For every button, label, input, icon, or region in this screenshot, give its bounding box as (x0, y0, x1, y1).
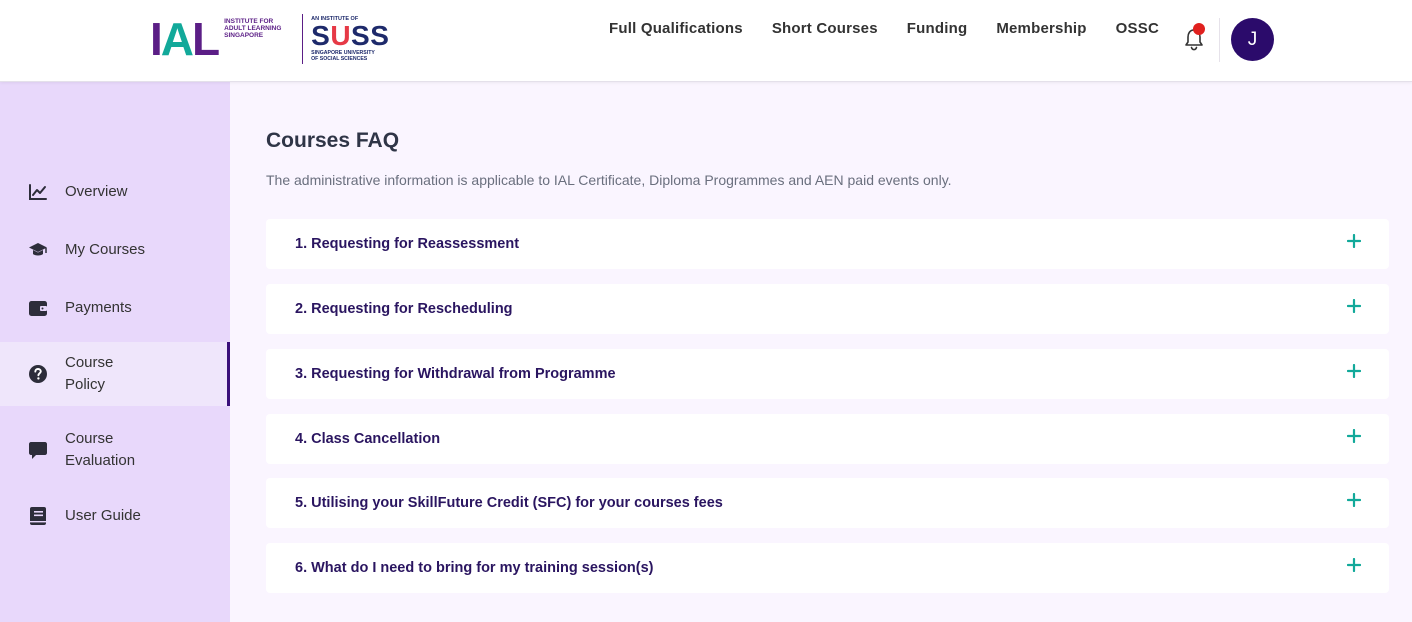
ial-logo: IAL INSTITUTE FOR ADULT LEARNING SINGAPO… (150, 16, 294, 62)
nav-funding[interactable]: Funding (907, 20, 968, 37)
ial-logo-l: L (192, 13, 220, 65)
chart-line-icon (29, 184, 47, 200)
question-circle-icon (29, 365, 47, 383)
ial-subtitle-line: SINGAPORE (224, 32, 264, 39)
notification-dot (1193, 23, 1205, 35)
faq-item-class-cancellation[interactable]: 4. Class Cancellation (266, 414, 1389, 464)
avatar[interactable]: J (1231, 18, 1274, 61)
sidebar-item-user-guide[interactable]: User Guide (0, 501, 230, 531)
sidebar-item-my-courses[interactable]: My Courses (0, 235, 230, 265)
main-nav: Full Qualifications Short Courses Fundin… (609, 20, 1159, 37)
faq-item-skillsfuture-credit[interactable]: 5. Utilising your SkillFuture Credit (SF… (266, 478, 1389, 528)
plus-icon[interactable] (1347, 493, 1361, 507)
suss-letter: S (351, 20, 371, 51)
wallet-icon (29, 301, 47, 316)
plus-icon[interactable] (1347, 234, 1361, 248)
sidebar-item-label: Overview (65, 183, 128, 200)
sidebar-item-label: User Guide (65, 507, 141, 524)
ial-subtitle-line: INSTITUTE FOR (224, 18, 274, 25)
sidebar-item-label: Course Policy (65, 352, 113, 396)
logo[interactable]: IAL INSTITUTE FOR ADULT LEARNING SINGAPO… (150, 13, 389, 65)
sidebar-label-line: Evaluation (65, 452, 136, 469)
nav-ossc[interactable]: OSSC (1116, 20, 1159, 37)
faq-item-withdrawal[interactable]: 3. Requesting for Withdrawal from Progra… (266, 349, 1389, 399)
sidebar-item-label: Course Evaluation (65, 428, 135, 472)
book-icon (30, 507, 46, 525)
faq-question: 5. Utilising your SkillFuture Credit (SF… (295, 495, 723, 511)
logo-divider (302, 14, 304, 64)
page-title: Courses FAQ (266, 129, 400, 152)
faq-question: 2. Requesting for Rescheduling (295, 301, 513, 317)
comment-icon (29, 442, 47, 459)
ial-logo-a: A (160, 13, 194, 65)
faq-question: 4. Class Cancellation (295, 431, 441, 447)
suss-letter: S (311, 20, 331, 51)
ial-subtitle-line: ADULT LEARNING (224, 25, 282, 32)
plus-icon[interactable] (1347, 299, 1361, 313)
nav-short-courses[interactable]: Short Courses (772, 20, 878, 37)
faq-question: 1. Requesting for Reassessment (295, 236, 520, 252)
nav-membership[interactable]: Membership (996, 20, 1086, 37)
sidebar: Overview My Courses Payments Course Poli… (0, 82, 230, 622)
sidebar-item-course-policy[interactable]: Course Policy (0, 342, 230, 406)
suss-letter: S (370, 20, 390, 51)
suss-letter: U (330, 20, 352, 51)
faq-item-what-to-bring[interactable]: 6. What do I need to bring for my traini… (266, 543, 1389, 593)
page-description: The administrative information is applic… (266, 172, 952, 188)
plus-icon[interactable] (1347, 364, 1361, 378)
sidebar-label-line: Policy (65, 376, 106, 393)
sidebar-label-line: Course (65, 354, 114, 371)
suss-subtitle-line: OF SOCIAL SCIENCES (311, 56, 368, 62)
ial-logo-i: I (150, 13, 163, 65)
suss-subtitle: SINGAPORE UNIVERSITY OF SOCIAL SCIENCES (311, 50, 389, 62)
sidebar-item-payments[interactable]: Payments (0, 293, 230, 323)
sidebar-item-label: My Courses (65, 241, 146, 258)
main-content: Courses FAQ The administrative informati… (230, 82, 1412, 622)
suss-logo: AN INSTITUTE OF SUSS SINGAPORE UNIVERSIT… (311, 16, 389, 62)
nav-full-qualifications[interactable]: Full Qualifications (609, 20, 743, 37)
plus-icon[interactable] (1347, 558, 1361, 572)
sidebar-label-line: Course (65, 430, 114, 447)
sidebar-item-course-evaluation[interactable]: Course Evaluation (0, 418, 230, 482)
top-bar: IAL INSTITUTE FOR ADULT LEARNING SINGAPO… (0, 0, 1412, 82)
faq-question: 6. What do I need to bring for my traini… (295, 560, 654, 576)
faq-question: 3. Requesting for Withdrawal from Progra… (295, 366, 616, 382)
suss-wordmark: SUSS (311, 22, 389, 50)
sidebar-item-overview[interactable]: Overview (0, 177, 230, 207)
graduation-cap-icon (29, 243, 47, 256)
faq-item-reassessment[interactable]: 1. Requesting for Reassessment (266, 219, 1389, 269)
faq-item-rescheduling[interactable]: 2. Requesting for Rescheduling (266, 284, 1389, 334)
ial-subtitle: INSTITUTE FOR ADULT LEARNING SINGAPORE (224, 18, 294, 59)
sidebar-item-label: Payments (65, 299, 132, 316)
plus-icon[interactable] (1347, 429, 1361, 443)
header-divider (1219, 18, 1220, 62)
